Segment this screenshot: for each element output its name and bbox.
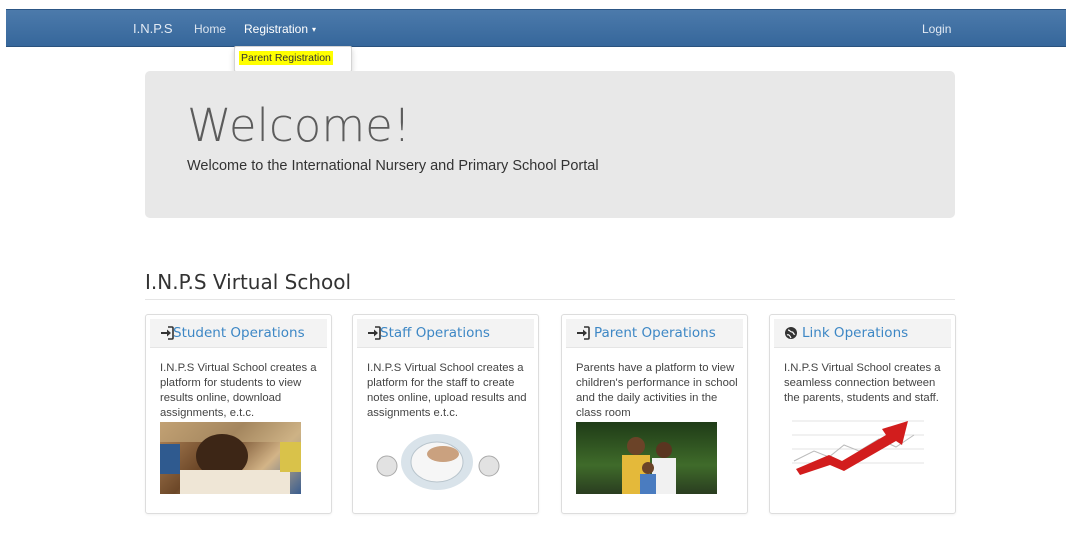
card-header: Parent Operations bbox=[566, 319, 743, 348]
student-operations-card: Student Operations I.N.P.S Virtual Schoo… bbox=[145, 314, 332, 514]
family-photo bbox=[576, 422, 717, 494]
card-description: I.N.P.S Virtual School creates a platfor… bbox=[160, 362, 317, 419]
parent-operations-link[interactable]: Parent Operations bbox=[594, 325, 716, 341]
staff-operations-card: Staff Operations I.N.P.S Virtual School … bbox=[352, 314, 539, 514]
sign-in-icon bbox=[576, 326, 590, 340]
welcome-jumbotron: Welcome! Welcome to the International Nu… bbox=[145, 71, 955, 218]
card-description: Parents have a platform to view children… bbox=[576, 362, 738, 419]
card-description: I.N.P.S Virtual School creates a platfor… bbox=[367, 362, 527, 419]
nav-registration-dropdown[interactable]: Registration ▾ bbox=[244, 22, 316, 36]
sign-in-icon bbox=[160, 326, 174, 340]
card-header: Link Operations bbox=[774, 319, 951, 348]
nav-home-link[interactable]: Home bbox=[194, 22, 226, 36]
link-operations-link[interactable]: Link Operations bbox=[802, 325, 908, 341]
navbar: I.N.P.S Home Registration ▾ Login bbox=[6, 9, 1066, 47]
student-operations-link[interactable]: Student Operations bbox=[173, 325, 305, 341]
rising-arrow-chart-photo bbox=[784, 411, 925, 477]
card-description: I.N.P.S Virtual School creates a seamles… bbox=[784, 362, 941, 404]
parent-registration-link[interactable]: Parent Registration bbox=[239, 51, 333, 65]
section-title: I.N.P.S Virtual School bbox=[145, 270, 352, 294]
card-header: Student Operations bbox=[150, 319, 327, 348]
hand-on-mouse-photo bbox=[367, 422, 508, 494]
welcome-subtitle: Welcome to the International Nursery and… bbox=[187, 158, 599, 174]
link-operations-card: Link Operations I.N.P.S Virtual School c… bbox=[769, 314, 956, 514]
sign-in-icon bbox=[367, 326, 381, 340]
globe-icon bbox=[784, 326, 798, 340]
parent-operations-card: Parent Operations Parents have a platfor… bbox=[561, 314, 748, 514]
staff-operations-link[interactable]: Staff Operations bbox=[380, 325, 490, 341]
registration-dropdown-menu: Parent Registration bbox=[234, 46, 352, 72]
nav-login-link[interactable]: Login bbox=[922, 22, 951, 36]
nav-registration-label: Registration bbox=[244, 22, 309, 36]
brand-link[interactable]: I.N.P.S bbox=[133, 21, 173, 36]
student-reading-photo bbox=[160, 422, 301, 494]
section-divider bbox=[145, 299, 955, 300]
welcome-title: Welcome! bbox=[187, 99, 411, 152]
caret-down-icon: ▾ bbox=[312, 25, 317, 34]
card-header: Staff Operations bbox=[357, 319, 534, 348]
